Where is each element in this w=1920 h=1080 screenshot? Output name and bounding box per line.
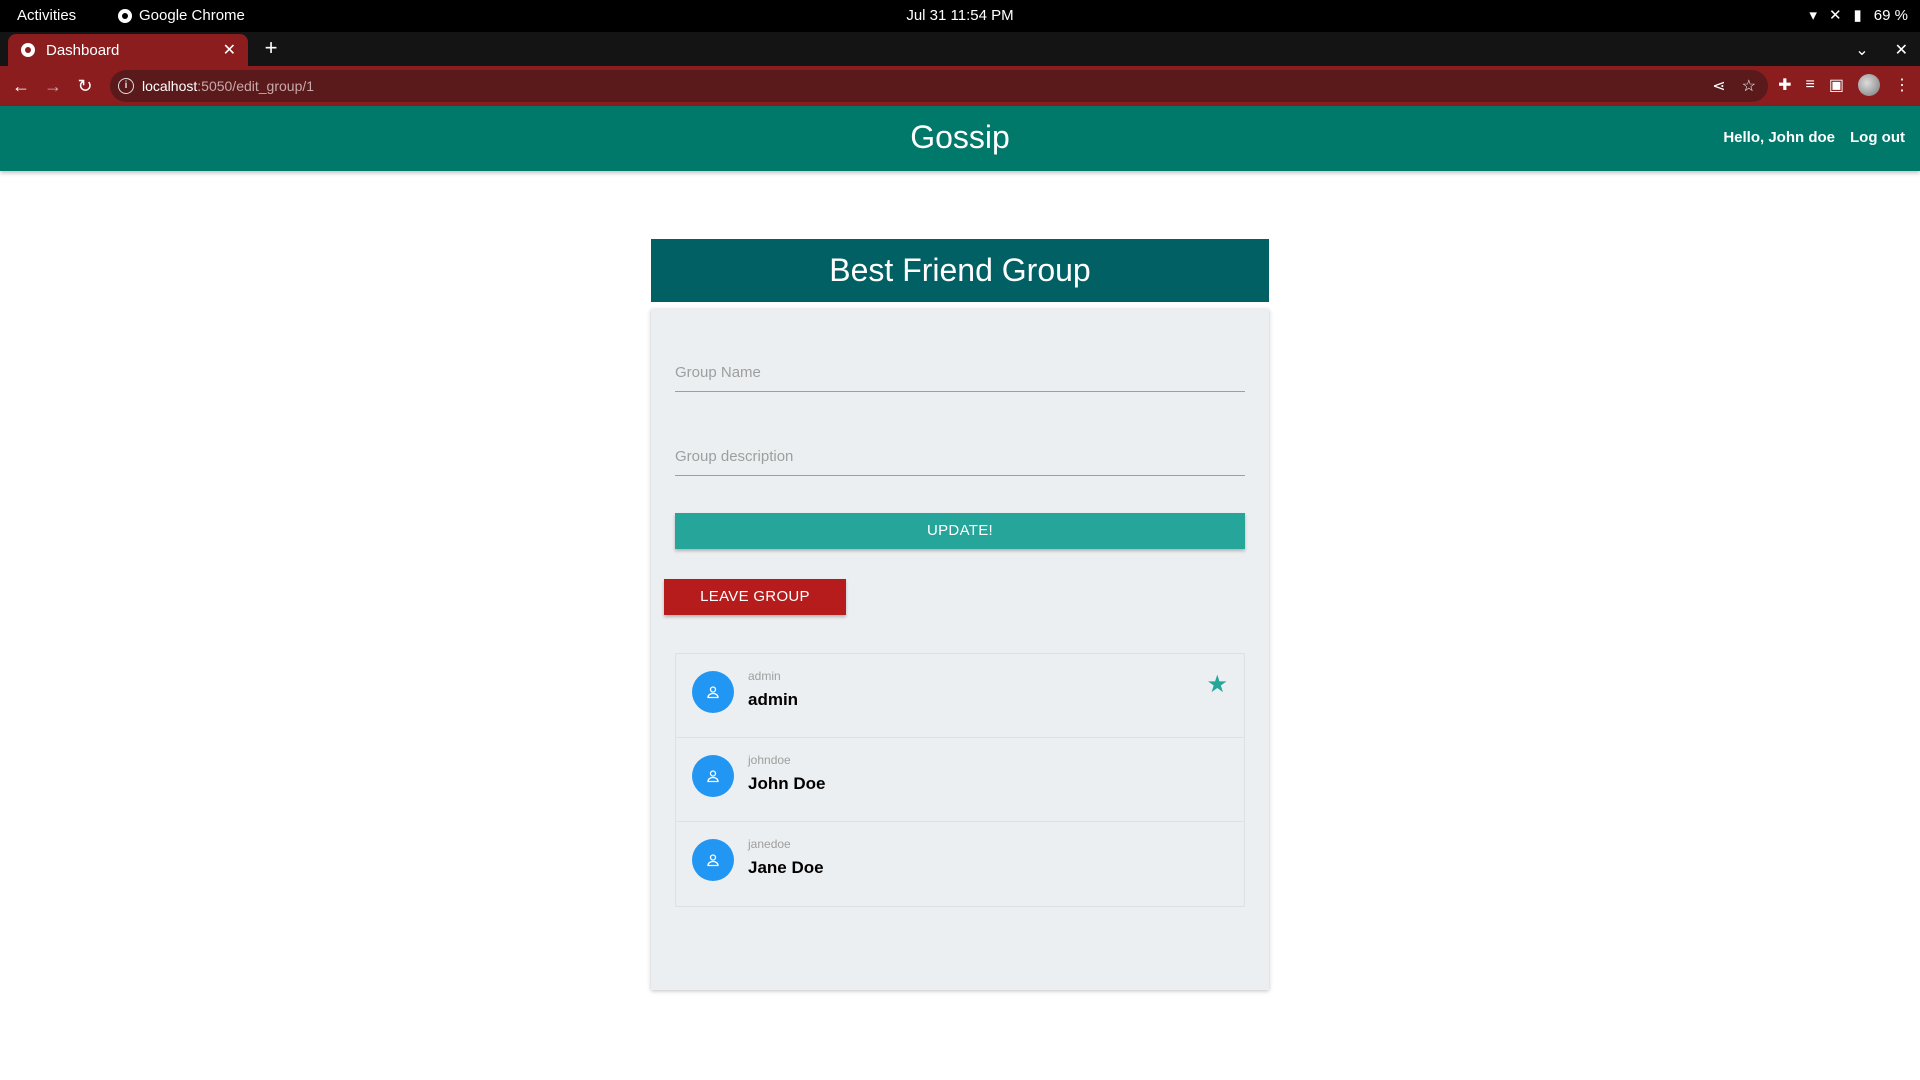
share-icon[interactable]: ⋖ xyxy=(1712,76,1725,96)
tab-dashboard[interactable]: Dashboard ✕ xyxy=(8,34,248,66)
member-list: admin admin ★ johndoe John Doe janedoe J… xyxy=(675,653,1245,907)
system-tray[interactable]: ▾ ✕ ▮ 69 % xyxy=(1809,6,1908,25)
list-item[interactable]: janedoe Jane Doe xyxy=(676,822,1244,906)
brand-logo[interactable]: Gossip xyxy=(0,119,1920,156)
avatar xyxy=(692,755,734,797)
avatar xyxy=(692,671,734,713)
battery-level: 69 % xyxy=(1873,6,1908,24)
url-host: localhost xyxy=(142,78,198,94)
tab-search-icon[interactable]: ⌄ xyxy=(1855,40,1868,60)
address-bar[interactable]: i localhost:5050/edit_group/1 ⋖ ☆ xyxy=(110,70,1768,102)
member-name: admin xyxy=(748,690,799,709)
browser-toolbar: ← → ↻ i localhost:5050/edit_group/1 ⋖ ☆ … xyxy=(0,66,1920,106)
wifi-icon: ▾ xyxy=(1809,7,1817,24)
person-icon xyxy=(707,686,719,699)
profile-avatar[interactable] xyxy=(1858,74,1880,96)
member-username: admin xyxy=(748,669,781,683)
member-name: Jane Doe xyxy=(748,858,824,877)
extensions-icon[interactable]: ✚ xyxy=(1778,75,1791,95)
person-icon xyxy=(707,770,719,783)
reading-list-icon[interactable]: ≡ xyxy=(1806,76,1815,94)
side-panel-icon[interactable]: ▣ xyxy=(1829,75,1844,95)
tab-title: Dashboard xyxy=(46,41,120,59)
menu-icon[interactable]: ⋮ xyxy=(1894,75,1910,95)
member-username: johndoe xyxy=(748,753,791,767)
group-description-field[interactable]: Group description xyxy=(675,436,1245,476)
list-item[interactable]: admin admin ★ xyxy=(676,654,1244,738)
app-header: Gossip Hello, John doe Log out xyxy=(0,106,1920,171)
update-button[interactable]: UPDATE! xyxy=(675,513,1245,549)
logout-link[interactable]: Log out xyxy=(1850,129,1905,146)
sound-muted-icon: ✕ xyxy=(1828,7,1842,24)
favicon-icon xyxy=(21,43,35,57)
close-tab-icon[interactable]: ✕ xyxy=(223,40,236,60)
group-name-field[interactable]: Group Name xyxy=(675,352,1245,392)
member-name: John Doe xyxy=(748,774,826,793)
close-window-icon[interactable]: ✕ xyxy=(1895,40,1908,60)
tab-strip: Dashboard ✕ + ⌄ ✕ xyxy=(0,32,1920,66)
clock[interactable]: Jul 31 11:54 PM xyxy=(0,7,1920,24)
forward-icon[interactable]: → xyxy=(42,75,64,97)
admin-star-icon: ★ xyxy=(1206,671,1228,698)
new-tab-button[interactable]: + xyxy=(260,37,282,60)
member-username: janedoe xyxy=(748,837,791,851)
bookmark-star-icon[interactable]: ☆ xyxy=(1742,76,1756,96)
system-top-bar: Activities Google Chrome Jul 31 11:54 PM… xyxy=(0,0,1920,32)
leave-group-button[interactable]: LEAVE GROUP xyxy=(664,579,846,615)
url-path: :5050/edit_group/1 xyxy=(197,78,315,94)
person-icon xyxy=(707,854,719,867)
back-icon[interactable]: ← xyxy=(10,75,32,97)
list-item[interactable]: johndoe John Doe xyxy=(676,738,1244,822)
avatar xyxy=(692,839,734,881)
battery-icon: ▮ xyxy=(1853,7,1862,24)
edit-group-card: Group Name Group description UPDATE! LEA… xyxy=(651,309,1269,990)
group-description-input[interactable] xyxy=(675,436,1245,475)
group-name-input[interactable] xyxy=(675,352,1245,391)
group-title: Best Friend Group xyxy=(651,239,1269,302)
user-greeting[interactable]: Hello, John doe xyxy=(1723,129,1835,146)
reload-icon[interactable]: ↻ xyxy=(74,75,96,97)
site-info-icon[interactable]: i xyxy=(118,78,134,94)
